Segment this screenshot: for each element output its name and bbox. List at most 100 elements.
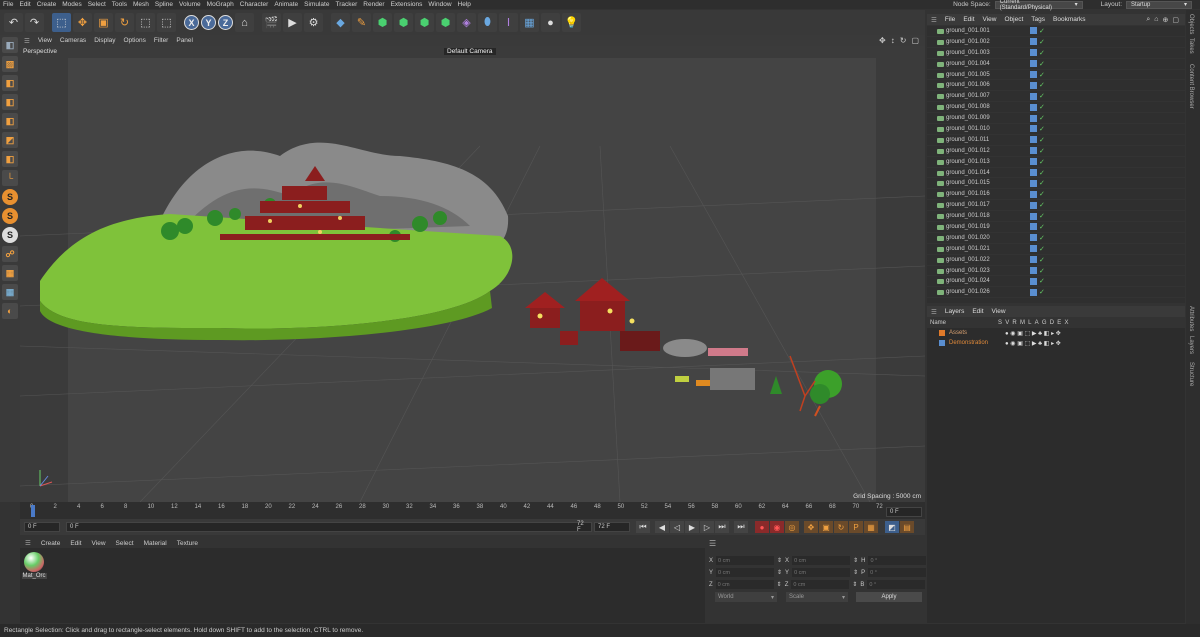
- object-mode-icon[interactable]: ◧: [2, 75, 18, 91]
- point-mode-icon[interactable]: ◧: [2, 113, 18, 129]
- object-row[interactable]: ground_001.014 ✓: [927, 168, 1185, 179]
- object-row[interactable]: ground_001.016 ✓: [927, 189, 1185, 201]
- menu-help[interactable]: Help: [455, 1, 474, 8]
- coord-scale-select[interactable]: Scale ▾: [786, 592, 848, 602]
- playhead[interactable]: [31, 505, 35, 517]
- object-row[interactable]: ground_001.026 ✓: [927, 287, 1185, 299]
- z-axis-lock-button[interactable]: Z: [218, 15, 233, 30]
- side-tab[interactable]: Structure: [1188, 362, 1194, 386]
- visibility-check-icon[interactable]: ✓: [1039, 27, 1045, 35]
- position-x-field[interactable]: 0 cm: [716, 556, 775, 565]
- layers-menu-layers[interactable]: Layers: [941, 308, 969, 315]
- om-menu-bookmarks[interactable]: Bookmarks: [1049, 16, 1090, 23]
- material-menu-view[interactable]: View: [87, 540, 111, 547]
- size-z-field[interactable]: 0 cm: [791, 580, 850, 589]
- snap-icon[interactable]: S: [2, 189, 18, 205]
- visibility-check-icon[interactable]: ✓: [1039, 277, 1045, 285]
- field-icon[interactable]: ◈: [457, 13, 476, 32]
- object-row[interactable]: ground_001.018 ✓: [927, 211, 1185, 223]
- visibility-check-icon[interactable]: ✓: [1039, 103, 1045, 111]
- object-row[interactable]: ground_001.008 ✓: [927, 102, 1185, 114]
- object-row[interactable]: ground_001.023 ✓: [927, 266, 1185, 277]
- menu-simulate[interactable]: Simulate: [301, 1, 332, 8]
- stepper-icon[interactable]: ⇕: [777, 569, 782, 576]
- om-menu-file[interactable]: File: [941, 16, 959, 23]
- visibility-check-icon[interactable]: ✓: [1039, 212, 1045, 220]
- visibility-check-icon[interactable]: ✓: [1039, 147, 1045, 155]
- material-tag-icon[interactable]: [1030, 277, 1037, 285]
- material-tag-icon[interactable]: [1030, 234, 1037, 242]
- menu-tracker[interactable]: Tracker: [332, 1, 360, 8]
- material-tag-icon[interactable]: [1030, 71, 1037, 78]
- menu-tools[interactable]: Tools: [109, 1, 130, 8]
- visibility-check-icon[interactable]: ✓: [1039, 60, 1045, 68]
- axis-mode-icon[interactable]: └: [2, 170, 18, 186]
- om-menu-view[interactable]: View: [979, 16, 1001, 23]
- object-row[interactable]: ground_001.019 ✓: [927, 222, 1185, 233]
- layout-select[interactable]: Startup ▾: [1126, 0, 1192, 9]
- object-row[interactable]: ground_001.010 ✓: [927, 124, 1185, 135]
- live-select-icon[interactable]: ⬚: [136, 13, 155, 32]
- menu-render[interactable]: Render: [360, 1, 387, 8]
- material-tag-icon[interactable]: [1030, 245, 1037, 253]
- edge-mode-icon[interactable]: ◩: [2, 132, 18, 148]
- menu-create[interactable]: Create: [34, 1, 60, 8]
- size-y-field[interactable]: 0 cm: [792, 568, 851, 577]
- material-menu-select[interactable]: Select: [111, 540, 139, 547]
- layer-flag-icons[interactable]: ● ◉ ▣ ⬚ ▶ ♣ ◧ ▸ ✥: [1005, 330, 1061, 337]
- coordinate-system-icon[interactable]: ⌂: [235, 13, 254, 32]
- next-frame-icon[interactable]: ⏭: [715, 521, 729, 533]
- layer-color-swatch[interactable]: [939, 330, 945, 336]
- stepper-icon[interactable]: ⇕: [777, 557, 782, 564]
- filter-icon[interactable]: ⌂: [1154, 16, 1158, 24]
- material-tag-icon[interactable]: [1030, 212, 1037, 220]
- visibility-check-icon[interactable]: ✓: [1039, 223, 1045, 231]
- select-tool-icon[interactable]: ⬚: [52, 13, 71, 32]
- material-tag-icon[interactable]: [1030, 190, 1037, 198]
- object-row[interactable]: ground_001.012 ✓: [927, 146, 1185, 157]
- zoom-icon[interactable]: ↕: [891, 36, 895, 45]
- go-to-end-icon[interactable]: ⏭: [734, 521, 748, 533]
- visibility-check-icon[interactable]: ✓: [1039, 49, 1045, 57]
- visibility-check-icon[interactable]: ✓: [1039, 288, 1045, 296]
- rotation-b-field[interactable]: 0 °: [867, 580, 926, 589]
- object-row[interactable]: ground_001.007 ✓: [927, 91, 1185, 103]
- rotation-h-field[interactable]: 0 °: [868, 556, 927, 565]
- visibility-check-icon[interactable]: ✓: [1039, 38, 1045, 46]
- material-tag-icon[interactable]: [1030, 201, 1037, 209]
- object-row[interactable]: ground_001.002 ✓: [927, 37, 1185, 48]
- material-tag-icon[interactable]: [1030, 158, 1037, 166]
- visibility-check-icon[interactable]: ✓: [1039, 71, 1045, 79]
- timeline-window-icon[interactable]: ▤: [900, 521, 914, 533]
- material-tag-icon[interactable]: [1030, 125, 1037, 133]
- visibility-check-icon[interactable]: ✓: [1039, 125, 1045, 133]
- new-view-icon[interactable]: ⊕: [1163, 16, 1169, 24]
- menu-extensions[interactable]: Extensions: [388, 1, 426, 8]
- model-mode-icon[interactable]: ◧: [2, 94, 18, 110]
- lock-icon[interactable]: ◐: [2, 303, 18, 319]
- play-backward-icon[interactable]: ◁: [670, 521, 684, 533]
- deformer-icon[interactable]: ⬢: [436, 13, 455, 32]
- record-icon[interactable]: ●: [755, 521, 769, 533]
- autokey-icon[interactable]: ◉: [770, 521, 784, 533]
- material-menu-texture[interactable]: Texture: [172, 540, 203, 547]
- coord-mode-select[interactable]: World ▾: [715, 592, 777, 602]
- material-tag-icon[interactable]: [1030, 60, 1037, 68]
- object-row[interactable]: ground_001.015 ✓: [927, 178, 1185, 190]
- material-tag-icon[interactable]: [1030, 49, 1037, 57]
- material-menu-material[interactable]: Material: [139, 540, 172, 547]
- keyframe-selection-icon[interactable]: ◎: [785, 521, 799, 533]
- end-frame-field[interactable]: 72 F: [594, 522, 630, 532]
- material-swatch[interactable]: Mat_Orc: [21, 552, 47, 582]
- layers-menu-edit[interactable]: Edit: [968, 308, 987, 315]
- texture-mode-icon[interactable]: ▨: [2, 56, 18, 72]
- menu-volume[interactable]: Volume: [176, 1, 204, 8]
- visibility-check-icon[interactable]: ✓: [1039, 234, 1045, 242]
- pen-icon[interactable]: ✎: [352, 13, 371, 32]
- material-tag-icon[interactable]: [1030, 81, 1037, 89]
- object-row[interactable]: ground_001.022 ✓: [927, 255, 1185, 266]
- visibility-check-icon[interactable]: ✓: [1039, 245, 1045, 253]
- visibility-check-icon[interactable]: ✓: [1039, 256, 1045, 264]
- transform-tool-icon[interactable]: ⬚: [157, 13, 176, 32]
- object-row[interactable]: ground_001.005 ✓: [927, 70, 1185, 81]
